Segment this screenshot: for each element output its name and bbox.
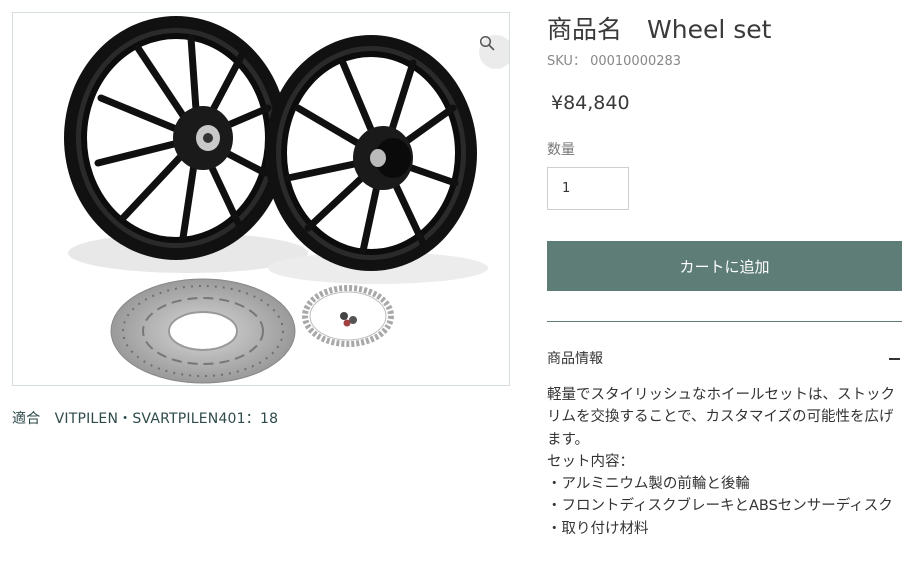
zoom-button[interactable] — [479, 35, 509, 69]
description-line: ・フロントディスクブレーキとABSセンサーディスク — [547, 498, 893, 515]
rear-wheel — [64, 16, 288, 260]
compatibility-text: 適合 VITPILEN・SVARTPILEN401：18 — [12, 411, 279, 427]
abs-disc — [302, 285, 394, 347]
divider — [547, 321, 902, 322]
product-info-toggle[interactable]: 商品情報 — [547, 340, 902, 370]
front-wheel — [265, 35, 477, 271]
brake-disc — [110, 278, 296, 384]
magnifier-icon — [479, 35, 495, 51]
add-to-cart-button[interactable]: カートに追加 — [547, 241, 902, 291]
product-image — [64, 16, 488, 384]
description-line: 軽量でスタイリッシュなホイールセットは、ストックリムを交換することで、カスタマイ… — [547, 387, 895, 448]
description-line: セット内容： — [547, 453, 634, 470]
quantity-label: 数量 — [547, 142, 575, 158]
description-line: ・取り付け材料 — [547, 520, 649, 537]
sku-text: SKU： 00010000283 — [547, 54, 682, 69]
minus-icon — [889, 358, 900, 360]
price: ¥84,840 — [551, 92, 630, 114]
product-image-frame[interactable] — [12, 12, 510, 386]
product-info-title: 商品情報 — [547, 351, 603, 367]
description-line: ・アルミニウム製の前輪と後輪 — [547, 476, 750, 493]
quantity-input[interactable] — [547, 167, 629, 210]
product-description: 軽量でスタイリッシュなホイールセットは、ストックリムを交換することで、カスタマイ… — [547, 384, 905, 540]
page-title: 商品名 Wheel set — [547, 15, 772, 44]
